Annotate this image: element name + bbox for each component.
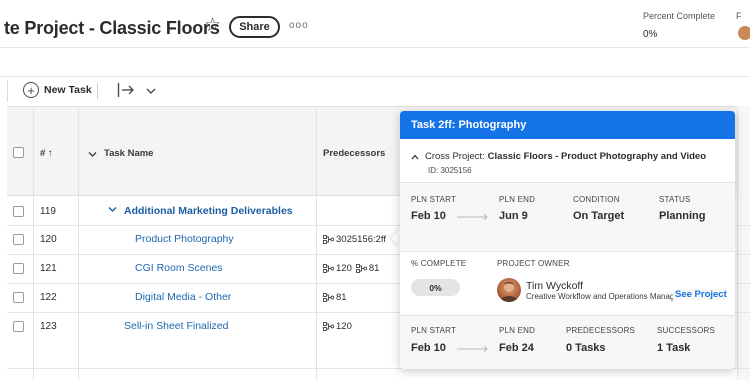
avatar[interactable] xyxy=(738,26,750,40)
column-header-task-name[interactable]: Task Name xyxy=(104,148,153,159)
pln-end-value: Jun 9 xyxy=(499,210,528,222)
percent-complete-pill: 0% xyxy=(411,279,460,296)
pln-end-label: PLN END xyxy=(499,195,536,204)
row-checkbox[interactable] xyxy=(13,321,24,332)
row-checkbox[interactable] xyxy=(13,206,24,217)
predecessor-link[interactable]: 3025156:2ff xyxy=(323,234,386,245)
percent-complete-label: % COMPLETE xyxy=(411,259,467,268)
popover-header: Task 2ff: Photography xyxy=(400,111,735,139)
new-task-button[interactable]: + New Task xyxy=(23,82,92,98)
project-owner-label: PROJECT OWNER xyxy=(497,259,570,268)
truncated-column-label: F xyxy=(736,11,742,21)
row-checkbox[interactable] xyxy=(13,292,24,303)
divider xyxy=(400,315,735,316)
avatar[interactable] xyxy=(497,278,521,302)
status-label: STATUS xyxy=(659,195,691,204)
pln-start-value: Feb 10 xyxy=(411,342,446,354)
task-name-link[interactable]: Product Photography xyxy=(135,233,234,245)
predecessor-link[interactable]: 120 81 xyxy=(323,263,379,274)
dependency-icon xyxy=(323,322,334,331)
condition-value: On Target xyxy=(573,210,625,222)
task-name-link[interactable]: Additional Marketing Deliverables xyxy=(124,205,293,217)
task-number: 121 xyxy=(40,263,57,274)
dependency-icon xyxy=(323,235,334,244)
toolbar-edge xyxy=(7,80,8,102)
select-all-checkbox[interactable] xyxy=(13,147,24,158)
task-number: 122 xyxy=(40,292,57,303)
cross-project-name[interactable]: Classic Floors - Product Photography and… xyxy=(488,151,706,162)
project-id: ID: 3025156 xyxy=(428,166,472,175)
predecessors-value[interactable]: 0 Tasks xyxy=(566,342,606,354)
indent-arrow-icon[interactable] xyxy=(117,82,135,101)
popover-title: Task 2ff: Photography xyxy=(411,119,527,131)
predecessor-value: 81 xyxy=(336,292,347,303)
task-number: 123 xyxy=(40,321,57,332)
pln-end-value: Feb 24 xyxy=(499,342,534,354)
predecessor-value: 3025156:2ff xyxy=(336,234,387,245)
dependency-icon xyxy=(323,264,334,273)
column-header-number[interactable]: # ↑ xyxy=(40,148,53,159)
divider xyxy=(400,182,735,183)
dependency-icon xyxy=(355,264,367,273)
task-name-link[interactable]: CGI Room Scenes xyxy=(135,262,223,274)
chevron-down-icon[interactable] xyxy=(88,149,97,161)
arrow-right-icon xyxy=(457,345,488,353)
row-checkbox[interactable] xyxy=(13,234,24,245)
predecessor-value: 120 xyxy=(336,321,352,332)
predecessor-link[interactable]: 81 xyxy=(323,292,347,303)
arrow-right-icon xyxy=(457,213,488,221)
predecessor-value: 120 xyxy=(336,263,352,274)
toolbar-divider xyxy=(0,76,750,77)
row-checkbox[interactable] xyxy=(13,263,24,274)
owner-name[interactable]: Tim Wyckoff xyxy=(526,280,583,292)
task-name-link[interactable]: Digital Media - Other xyxy=(135,291,231,303)
pln-start-label: PLN START xyxy=(411,326,457,335)
task-number: 119 xyxy=(40,206,56,217)
column-header-predecessors[interactable]: Predecessors xyxy=(323,148,385,159)
owner-role: Creative Workflow and Operations Manager xyxy=(526,292,682,301)
dependency-icon xyxy=(323,293,334,302)
pln-end-label: PLN END xyxy=(499,326,536,335)
predecessor-link[interactable]: 120 xyxy=(323,321,352,332)
task-number: 120 xyxy=(40,234,57,245)
plus-circle-icon: + xyxy=(23,82,39,98)
cross-project-label: Cross Project: xyxy=(425,151,485,162)
pln-start-value: Feb 10 xyxy=(411,210,446,222)
toolbar-separator xyxy=(97,83,98,99)
successors-value[interactable]: 1 Task xyxy=(657,342,690,354)
project-header: te Project - Classic Floors ☆ Share ooo … xyxy=(0,0,750,48)
page-title: te Project - Classic Floors xyxy=(4,18,220,38)
task-name-link[interactable]: Sell-in Sheet Finalized xyxy=(124,320,228,332)
percent-complete-value: 0% xyxy=(643,29,658,40)
status-value: Planning xyxy=(659,210,706,222)
condition-label: CONDITION xyxy=(573,195,620,204)
cross-project-row[interactable]: Cross Project: Classic Floors - Product … xyxy=(411,151,706,162)
pln-start-label: PLN START xyxy=(411,195,457,204)
task-popover: Task 2ff: Photography Cross Project: Cla… xyxy=(400,111,735,369)
predecessors-label: PREDECESSORS xyxy=(566,326,636,335)
chevron-up-icon[interactable] xyxy=(411,152,419,162)
see-project-link[interactable]: See Project xyxy=(673,289,727,300)
successors-label: SUCCESSORS xyxy=(657,326,716,335)
chevron-down-icon[interactable] xyxy=(108,205,117,215)
more-options-icon[interactable]: ooo xyxy=(289,20,309,31)
new-task-label: New Task xyxy=(44,84,92,96)
chevron-down-icon[interactable] xyxy=(146,86,156,98)
divider xyxy=(400,251,735,252)
share-button[interactable]: Share xyxy=(229,16,280,38)
predecessor-value: 81 xyxy=(368,263,380,274)
percent-complete-label: Percent Complete xyxy=(643,11,716,21)
star-icon[interactable]: ☆ xyxy=(204,16,221,35)
